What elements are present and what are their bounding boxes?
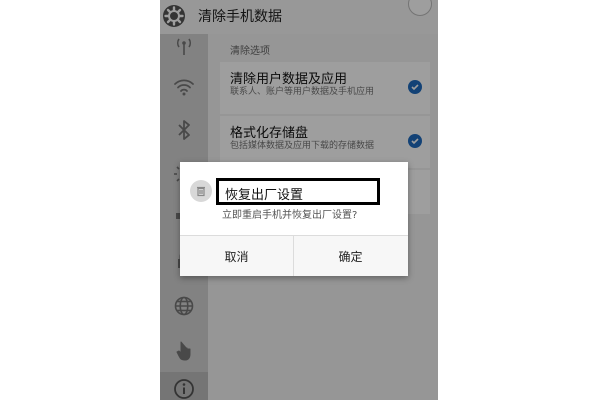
- cancel-button[interactable]: 取消: [180, 236, 294, 276]
- dialog-message: 立即重启手机并恢复出厂设置?: [222, 210, 358, 221]
- confirm-button[interactable]: 确定: [294, 236, 407, 276]
- factory-reset-dialog: 恢复出厂设置 立即重启手机并恢复出厂设置? 取消 确定: [180, 162, 408, 276]
- dialog-title: 恢复出厂设置: [225, 188, 304, 203]
- dialog-title-highlight: 恢复出厂设置: [216, 178, 380, 205]
- dialog-button-row: 取消 确定: [180, 235, 408, 276]
- trash-icon: [190, 180, 212, 202]
